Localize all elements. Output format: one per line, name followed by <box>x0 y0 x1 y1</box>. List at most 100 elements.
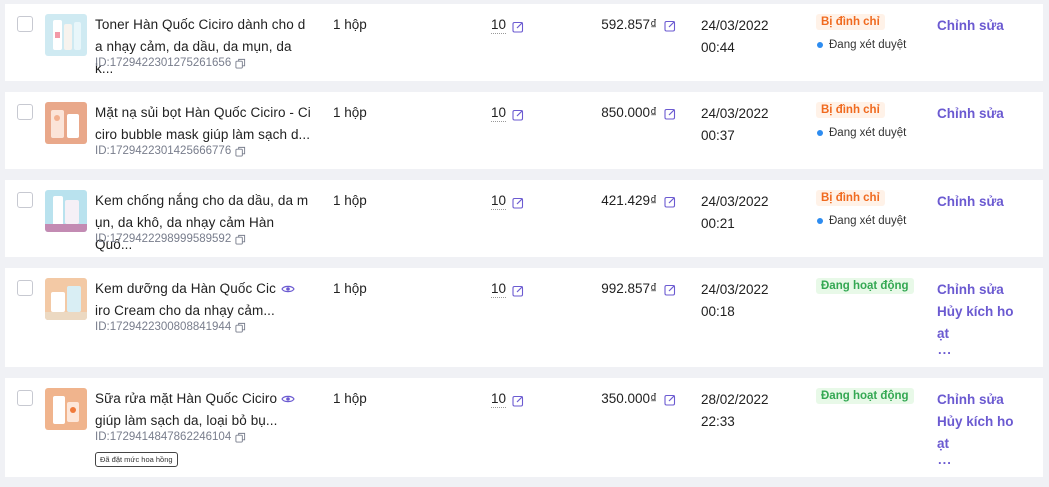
copy-icon[interactable] <box>235 146 246 157</box>
edit-quantity-icon[interactable] <box>512 109 524 121</box>
time-text: 00:37 <box>701 128 735 143</box>
row-checkbox[interactable] <box>17 104 33 120</box>
quantity-value[interactable]: 10 <box>491 391 507 408</box>
product-name-line1: Kem chống nắng cho da dầu, da m <box>95 193 309 208</box>
edit-price-icon[interactable] <box>664 284 676 296</box>
copy-icon[interactable] <box>235 58 246 69</box>
table-row: Kem dưỡng da Hàn Quốc Cic iro Cream cho … <box>5 268 1043 367</box>
more-actions-button[interactable]: ... <box>938 452 952 467</box>
edit-price-icon[interactable] <box>664 20 676 32</box>
date-text: 24/03/2022 <box>701 282 769 297</box>
product-id-text: ID:1729422300808841944 <box>95 321 232 333</box>
row-checkbox[interactable] <box>17 280 33 296</box>
status-badge: Bị đình chỉ <box>816 190 885 206</box>
date-text: 24/03/2022 <box>701 194 769 209</box>
product-name[interactable]: Kem chống nắng cho da dầu, da m ụn, da k… <box>95 190 311 256</box>
deactivate-link[interactable]: Hủy kích ho ạt <box>937 411 1014 455</box>
product-id: ID:1729422301425666776 <box>95 145 246 157</box>
date-text: 28/02/2022 <box>701 392 769 407</box>
edit-price-icon[interactable] <box>664 108 676 120</box>
product-name-line1: Sữa rửa mặt Hàn Quốc Ciciro <box>95 391 278 406</box>
quantity-value[interactable]: 10 <box>491 281 507 298</box>
product-id-text: ID:1729422301275261656 <box>95 57 232 69</box>
table-row: Sữa rửa mặt Hàn Quốc Ciciro giúp làm sạc… <box>5 378 1043 477</box>
edit-link[interactable]: Chỉnh sửa <box>937 279 1004 301</box>
edit-quantity-icon[interactable] <box>512 21 524 33</box>
review-dot-icon <box>817 218 823 224</box>
edit-price-icon[interactable] <box>664 394 676 406</box>
deactivate-link[interactable]: Hủy kích ho ạt <box>937 301 1014 345</box>
review-dot-icon <box>817 130 823 136</box>
updated-date: 24/03/2022 00:37 <box>701 103 769 147</box>
time-text: 00:44 <box>701 40 735 55</box>
price-value: 350.000₫ <box>601 391 657 406</box>
product-name-line1: Mặt nạ sủi bọt Hàn Quốc Ciciro - Ci <box>95 105 311 120</box>
status-badge: Bị đình chỉ <box>816 14 885 30</box>
status-badge: Đang hoạt động <box>816 388 914 404</box>
updated-date: 24/03/2022 00:21 <box>701 191 769 235</box>
product-name-line2: ciro bubble mask giúp làm sạch d... <box>95 127 311 142</box>
eye-icon[interactable] <box>281 394 295 404</box>
edit-quantity-icon[interactable] <box>512 285 524 297</box>
product-thumbnail[interactable] <box>45 278 87 320</box>
deactivate-link-line1: Hủy kích ho <box>937 414 1014 429</box>
product-id: ID:1729422298999589592 <box>95 233 246 245</box>
product-thumbnail[interactable] <box>45 388 87 430</box>
quantity-value[interactable]: 10 <box>491 193 507 210</box>
table-row: Kem chống nắng cho da dầu, da m ụn, da k… <box>5 180 1043 257</box>
product-id: ID:1729414847862246104 <box>95 431 246 443</box>
product-name-line1: Kem dưỡng da Hàn Quốc Cic <box>95 281 276 296</box>
commission-badge: Đã đặt mức hoa hồng <box>95 452 178 467</box>
product-name[interactable]: Sữa rửa mặt Hàn Quốc Ciciro giúp làm sạc… <box>95 388 311 432</box>
price-value: 592.857₫ <box>601 17 657 32</box>
row-checkbox[interactable] <box>17 390 33 406</box>
product-id-text: ID:1729422298999589592 <box>95 233 232 245</box>
updated-date: 24/03/2022 00:18 <box>701 279 769 323</box>
unit-value: 1 hộp <box>333 193 367 208</box>
edit-link[interactable]: Chỉnh sửa <box>937 103 1004 125</box>
more-actions-button[interactable]: ... <box>938 342 952 357</box>
review-status: Đang xét duyệt <box>817 215 906 227</box>
table-row: Toner Hàn Quốc Ciciro dành cho d a nhạy … <box>5 4 1043 81</box>
eye-icon[interactable] <box>281 284 295 294</box>
product-name[interactable]: Mặt nạ sủi bọt Hàn Quốc Ciciro - Ci ciro… <box>95 102 311 146</box>
quantity-value[interactable]: 10 <box>491 17 507 34</box>
copy-icon[interactable] <box>235 234 246 245</box>
status-badge: Đang hoạt động <box>816 278 914 294</box>
review-text: Đang xét duyệt <box>829 215 907 227</box>
price-value: 992.857₫ <box>601 281 657 296</box>
review-status: Đang xét duyệt <box>817 127 906 139</box>
edit-quantity-icon[interactable] <box>512 197 524 209</box>
edit-link[interactable]: Chỉnh sửa <box>937 191 1004 213</box>
product-id-text: ID:1729414847862246104 <box>95 431 232 443</box>
table-row: Mặt nạ sủi bọt Hàn Quốc Ciciro - Ci ciro… <box>5 92 1043 169</box>
unit-value: 1 hộp <box>333 391 367 406</box>
product-id: ID:1729422301275261656 <box>95 57 246 69</box>
edit-link[interactable]: Chỉnh sửa <box>937 389 1004 411</box>
product-name-line2: giúp làm sạch da, loại bỏ bụ... <box>95 413 278 428</box>
copy-icon[interactable] <box>235 322 246 333</box>
product-id-text: ID:1729422301425666776 <box>95 145 232 157</box>
row-checkbox[interactable] <box>17 192 33 208</box>
product-thumbnail[interactable] <box>45 102 87 144</box>
unit-value: 1 hộp <box>333 17 367 32</box>
product-thumbnail[interactable] <box>45 14 87 56</box>
row-checkbox[interactable] <box>17 16 33 32</box>
edit-link[interactable]: Chỉnh sửa <box>937 15 1004 37</box>
status-badge: Bị đình chỉ <box>816 102 885 118</box>
date-text: 24/03/2022 <box>701 106 769 121</box>
product-name[interactable]: Kem dưỡng da Hàn Quốc Cic iro Cream cho … <box>95 278 311 322</box>
price-value: 421.429₫ <box>601 193 657 208</box>
edit-price-icon[interactable] <box>664 196 676 208</box>
unit-value: 1 hộp <box>333 105 367 120</box>
time-text: 00:18 <box>701 304 735 319</box>
product-thumbnail[interactable] <box>45 190 87 232</box>
updated-date: 24/03/2022 00:44 <box>701 15 769 59</box>
edit-quantity-icon[interactable] <box>512 395 524 407</box>
time-text: 22:33 <box>701 414 735 429</box>
time-text: 00:21 <box>701 216 735 231</box>
quantity-value[interactable]: 10 <box>491 105 507 122</box>
product-name[interactable]: Toner Hàn Quốc Ciciro dành cho d a nhạy … <box>95 14 311 80</box>
copy-icon[interactable] <box>235 432 246 443</box>
review-status: Đang xét duyệt <box>817 39 906 51</box>
